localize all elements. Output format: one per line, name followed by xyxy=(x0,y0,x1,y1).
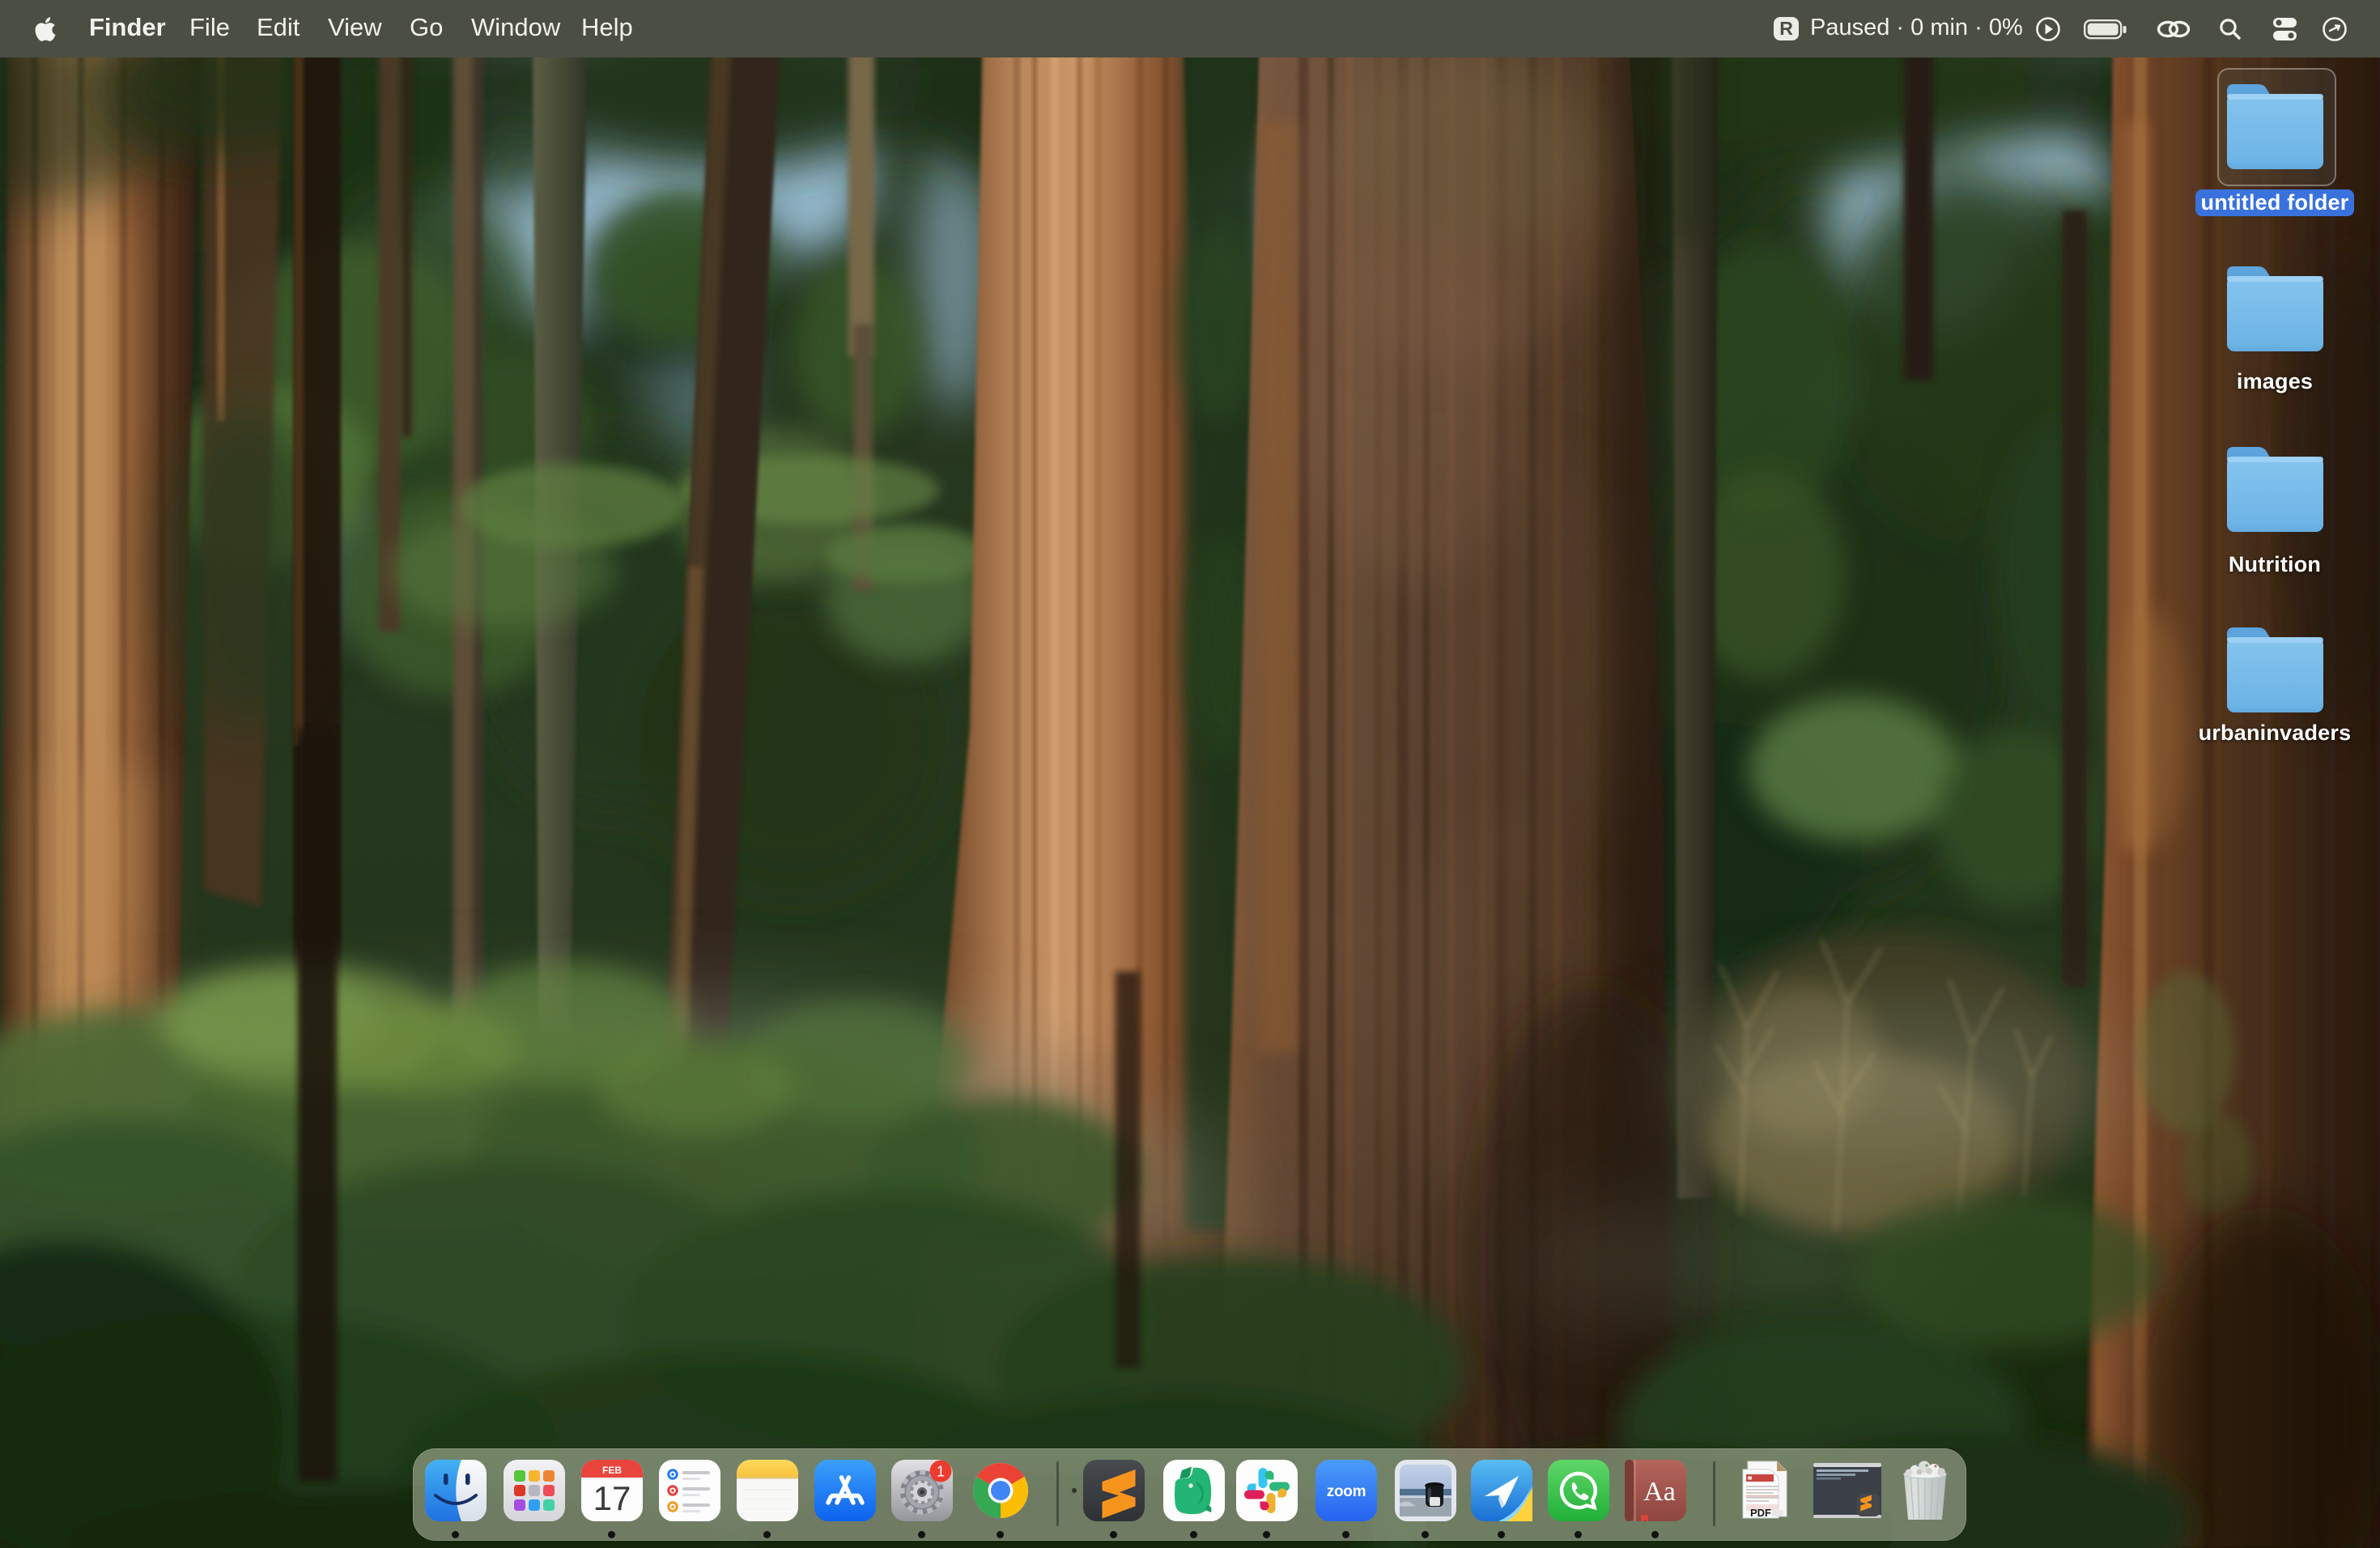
svg-text:17: 17 xyxy=(593,1479,631,1517)
svg-text:PDF: PDF xyxy=(1750,1507,1771,1519)
svg-text:zoom: zoom xyxy=(1327,1483,1366,1500)
svg-text:Aa: Aa xyxy=(1643,1477,1676,1507)
svg-text:1: 1 xyxy=(937,1464,945,1480)
svg-text:FEB: FEB xyxy=(602,1465,622,1476)
